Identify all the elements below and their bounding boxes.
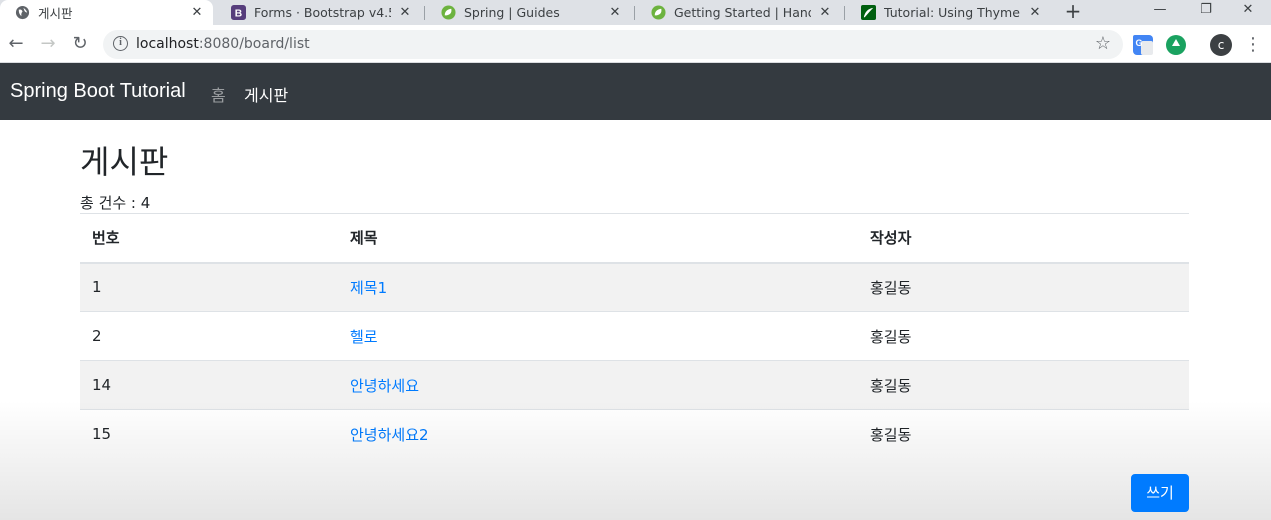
restore-icon[interactable]: ❐ <box>1183 0 1229 25</box>
url-text: localhost:8080/board/list <box>136 36 310 52</box>
back-arrow-icon[interactable]: ← <box>4 32 28 56</box>
browser-tab-strip: 게시판 ✕ B Forms · Bootstrap v4.5 ✕ Spring … <box>0 0 1271 25</box>
minimize-icon[interactable]: — <box>1137 0 1183 25</box>
tab-close-icon[interactable]: ✕ <box>189 5 205 20</box>
table-row: 1 제목1 홍길동 <box>80 262 1189 312</box>
post-title-link[interactable]: 안녕하세요2 <box>350 426 429 444</box>
post-title-link[interactable]: 헬로 <box>350 328 378 346</box>
nav-link-board[interactable]: 게시판 <box>244 82 288 106</box>
close-window-icon[interactable]: ✕ <box>1225 0 1271 25</box>
table-row: 14 안녕하세요 홍길동 <box>80 360 1189 410</box>
google-translate-icon[interactable]: G <box>1133 35 1153 55</box>
globe-icon <box>14 5 30 21</box>
row-number: 1 <box>80 262 338 312</box>
tab-title: 게시판 <box>38 6 73 21</box>
tab-separator <box>424 6 425 20</box>
table-row: 15 안녕하세요2 홍길동 <box>80 409 1189 459</box>
tab-title: Spring | Guides <box>464 5 560 20</box>
post-title-link[interactable]: 안녕하세요 <box>350 377 419 395</box>
row-number: 15 <box>80 409 338 459</box>
address-bar[interactable]: i localhost:8080/board/list ☆ <box>103 30 1123 59</box>
tab-close-icon[interactable]: ✕ <box>817 5 833 20</box>
new-tab-button[interactable]: + <box>1062 0 1084 25</box>
kebab-menu-icon[interactable]: ⋮ <box>1244 34 1262 56</box>
row-number: 2 <box>80 311 338 361</box>
tab-title: Tutorial: Using Thymeleaf <box>884 5 1021 20</box>
tab-close-icon[interactable]: ✕ <box>1027 5 1043 20</box>
reload-icon[interactable]: ↻ <box>68 32 92 56</box>
site-navbar: Spring Boot Tutorial 홈 게시판 <box>0 63 1271 120</box>
site-info-icon[interactable]: i <box>113 36 128 51</box>
tab-thymeleaf[interactable]: Tutorial: Using Thymeleaf ✕ <box>846 0 1051 25</box>
board-table: 번호 제목 작성자 1 제목1 홍길동 2 헬로 홍길동 14 안녕하세요 홍길… <box>80 213 1189 459</box>
column-header-author: 작성자 <box>858 213 1189 264</box>
row-number: 14 <box>80 360 338 410</box>
tab-board[interactable]: 게시판 ✕ <box>0 0 213 25</box>
row-author: 홍길동 <box>858 311 1189 361</box>
table-row: 2 헬로 홍길동 <box>80 311 1189 361</box>
tab-title: Getting Started | Handling <box>674 5 811 20</box>
forward-arrow-icon[interactable]: → <box>36 32 60 56</box>
tab-close-icon[interactable]: ✕ <box>607 5 623 20</box>
tab-spring-guides[interactable]: Spring | Guides ✕ <box>426 0 631 25</box>
tab-title: Forms · Bootstrap v4.5 <box>254 5 391 20</box>
tab-bootstrap-forms[interactable]: B Forms · Bootstrap v4.5 ✕ <box>216 0 421 25</box>
spring-leaf-icon <box>440 5 456 21</box>
navbar-brand[interactable]: Spring Boot Tutorial <box>10 80 186 103</box>
column-header-title: 제목 <box>338 213 858 264</box>
tab-close-icon[interactable]: ✕ <box>397 5 413 20</box>
tab-separator <box>634 6 635 20</box>
total-count: 총 건수 : 4 <box>80 194 151 212</box>
bookmark-star-icon[interactable]: ☆ <box>1095 33 1111 54</box>
spring-leaf-icon <box>650 5 666 21</box>
browser-toolbar: ← → ↻ i localhost:8080/board/list ☆ G c … <box>0 25 1271 63</box>
bootstrap-icon: B <box>230 5 246 21</box>
row-author: 홍길동 <box>858 360 1189 410</box>
nav-link-home[interactable]: 홈 <box>211 82 226 106</box>
column-header-number: 번호 <box>80 213 338 264</box>
tab-getting-started[interactable]: Getting Started | Handling ✕ <box>636 0 841 25</box>
extension-green-icon[interactable] <box>1166 35 1186 55</box>
page-title: 게시판 <box>80 143 169 181</box>
row-author: 홍길동 <box>858 262 1189 312</box>
thymeleaf-icon <box>860 5 876 21</box>
post-title-link[interactable]: 제목1 <box>350 279 387 297</box>
row-author: 홍길동 <box>858 409 1189 459</box>
svg-text:B: B <box>234 9 241 20</box>
write-button[interactable]: 쓰기 <box>1131 474 1189 512</box>
tab-separator <box>844 6 845 20</box>
profile-avatar[interactable]: c <box>1210 34 1232 56</box>
svg-text:G: G <box>1135 38 1142 48</box>
table-header-row: 번호 제목 작성자 <box>80 213 1189 264</box>
